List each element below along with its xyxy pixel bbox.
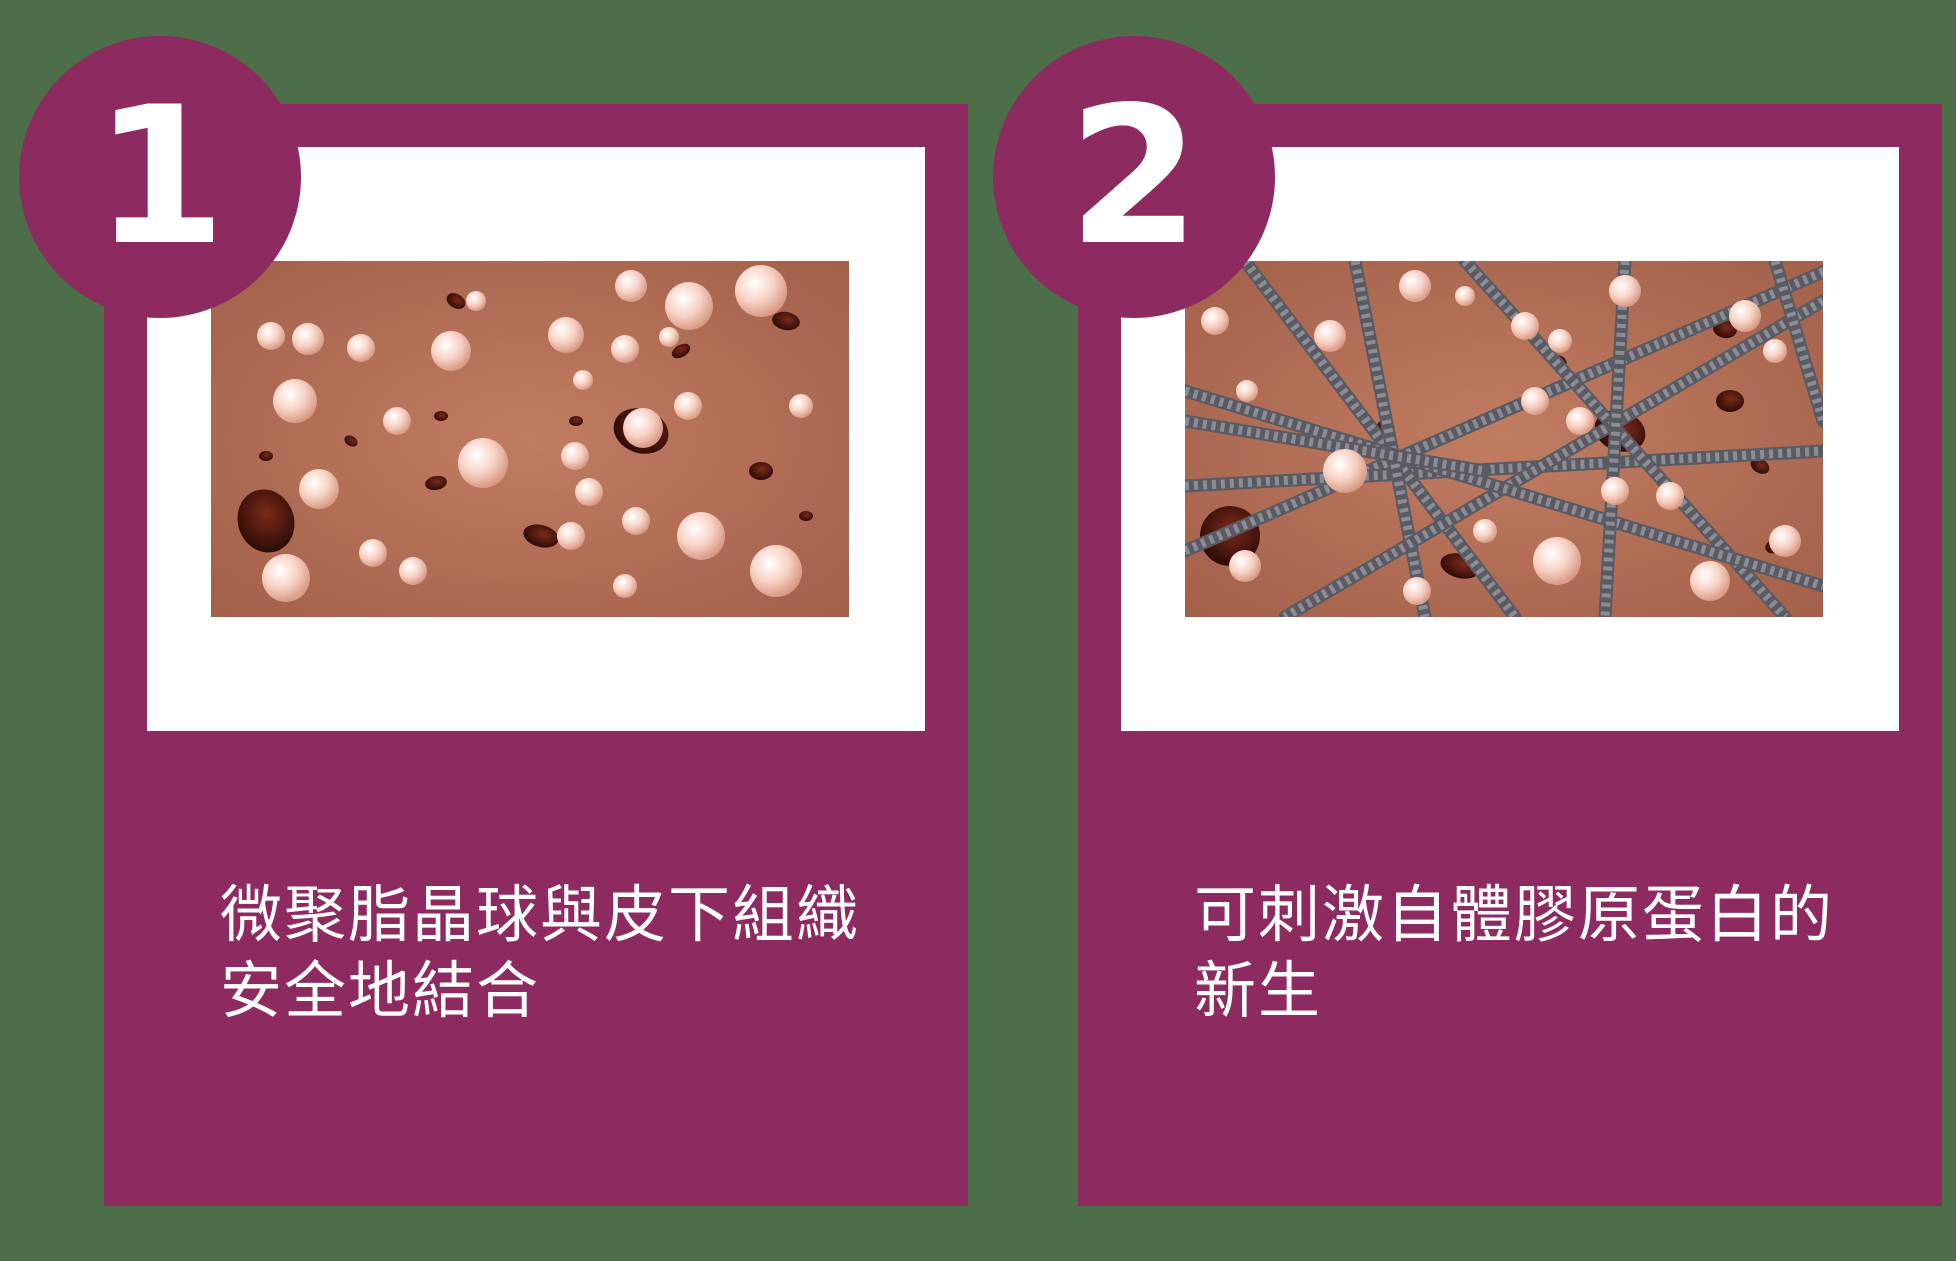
tissue-cell (569, 416, 583, 426)
microsphere (561, 442, 589, 470)
microsphere (1403, 577, 1431, 605)
microsphere (1566, 407, 1594, 435)
microsphere (458, 438, 508, 488)
microsphere (674, 392, 702, 420)
microsphere (1763, 339, 1787, 363)
collagen-illustration (1185, 261, 1823, 617)
step-caption: 可刺激自體膠原蛋白的 新生 (1194, 878, 1835, 1027)
step-number-badge: 2 (993, 36, 1275, 318)
microsphere (677, 512, 725, 560)
microsphere (1455, 286, 1475, 306)
microsphere (1399, 270, 1431, 302)
microsphere (1201, 307, 1229, 335)
microsphere (1236, 380, 1258, 402)
microsphere (1656, 482, 1684, 510)
microsphere (273, 379, 317, 423)
microsphere (262, 554, 310, 602)
microsphere (557, 522, 585, 550)
microsphere (466, 291, 486, 311)
microsphere (1229, 550, 1261, 582)
microsphere (299, 469, 339, 509)
microsphere (623, 408, 663, 448)
microsphere (575, 478, 603, 506)
microsphere (1601, 477, 1629, 505)
microsphere (383, 407, 411, 435)
microsphere-illustration (211, 261, 849, 617)
microsphere (613, 574, 637, 598)
microsphere (573, 370, 593, 390)
tissue-cell (259, 451, 273, 461)
microsphere (1521, 387, 1549, 415)
microsphere (1690, 561, 1730, 601)
microsphere (1533, 537, 1581, 585)
microsphere (735, 265, 787, 317)
microsphere (1729, 300, 1761, 332)
step-number-badge: 1 (19, 36, 301, 318)
microsphere (359, 539, 387, 567)
tissue-cell (799, 511, 813, 521)
microsphere (1473, 519, 1497, 543)
microsphere (347, 334, 375, 362)
microsphere (615, 270, 647, 302)
microsphere (659, 327, 679, 347)
microsphere (622, 507, 650, 535)
microsphere (548, 317, 584, 353)
microsphere (1609, 275, 1641, 307)
microsphere (750, 545, 802, 597)
microsphere (257, 322, 285, 350)
microsphere (1323, 449, 1367, 493)
tissue-cell (434, 411, 448, 421)
microsphere (1511, 312, 1539, 340)
microsphere (665, 282, 713, 330)
microsphere (789, 394, 813, 418)
microsphere (1548, 329, 1572, 353)
microsphere (399, 557, 427, 585)
microsphere (1769, 525, 1801, 557)
microsphere (292, 323, 324, 355)
microsphere (1314, 320, 1346, 352)
tissue-cell (1716, 390, 1744, 412)
step-caption: 微聚脂晶球與皮下組織 安全地結合 (220, 878, 861, 1027)
tissue-cell (749, 462, 773, 480)
microsphere (431, 331, 471, 371)
microsphere (611, 335, 639, 363)
